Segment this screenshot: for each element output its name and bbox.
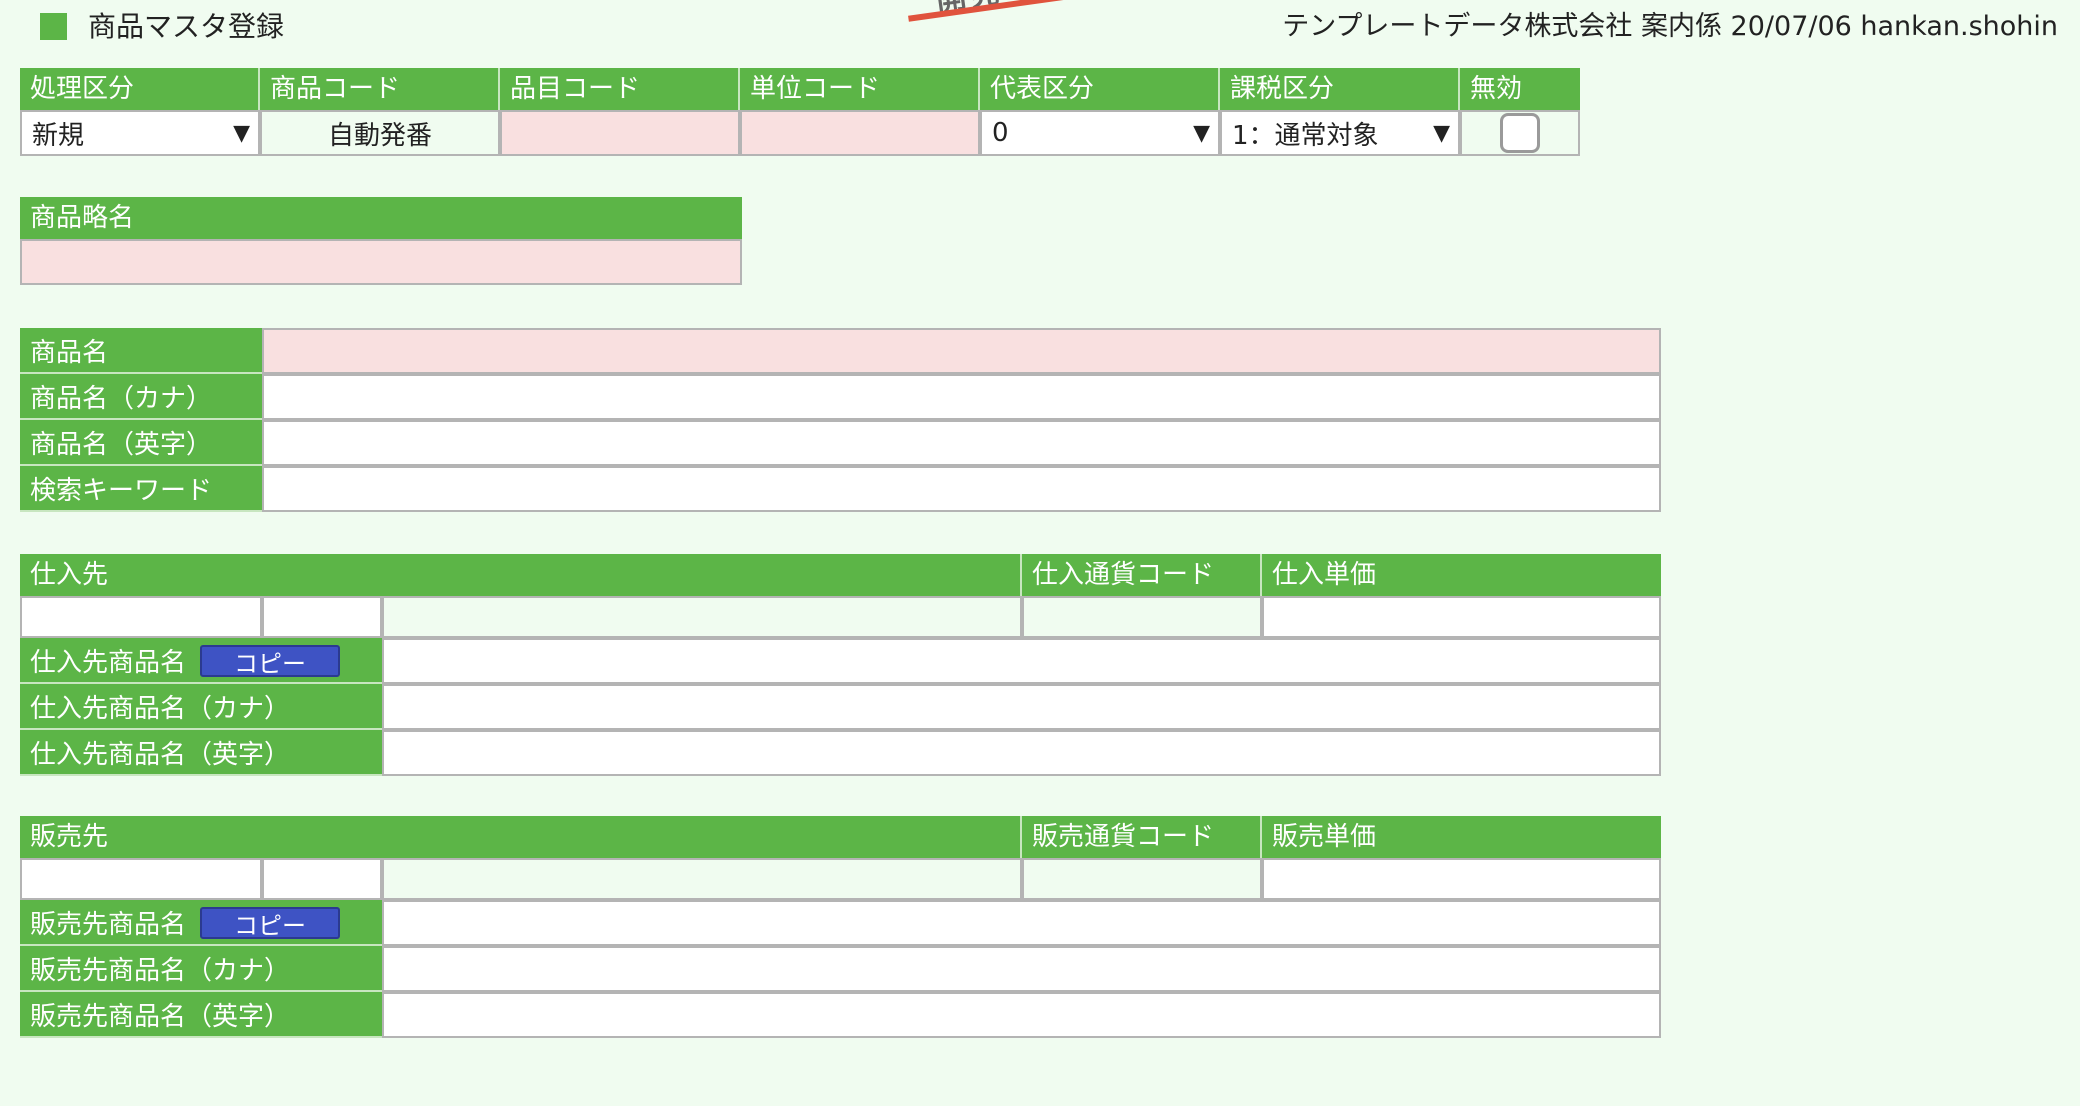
customer-price-input[interactable]	[1262, 858, 1661, 900]
rep-type-select[interactable]: 0 ▼	[980, 110, 1220, 156]
label-invalid: 無効	[1460, 68, 1580, 110]
customer-copy-button[interactable]: コピー	[200, 907, 340, 940]
label-item-code: 品目コード	[500, 68, 740, 110]
label-product-name: 商品名	[20, 328, 262, 374]
environment-stamp: 開発	[905, 0, 1095, 28]
page-title: 商品マスタ登録	[88, 10, 285, 43]
tax-type-select[interactable]: 1：通常対象 ▼	[1220, 110, 1460, 156]
label-search-keyword: 検索キーワード	[20, 466, 262, 512]
label-supplier-product-name-en: 仕入先商品名（英字）	[20, 730, 382, 776]
title-icon	[40, 13, 67, 40]
dropdown-arrow-icon: ▼	[1193, 120, 1210, 146]
supplier-product-name-input[interactable]	[382, 638, 1661, 684]
supplier-code-input[interactable]	[20, 596, 262, 638]
customer-product-name-input[interactable]	[382, 900, 1661, 946]
rep-type-value: 0	[992, 118, 1009, 148]
product-code-auto: 自動発番	[260, 110, 500, 156]
supplier-branch-input[interactable]	[262, 596, 382, 638]
label-process-type: 処理区分	[20, 68, 260, 110]
supplier-currency-input[interactable]	[1022, 596, 1262, 638]
customer-product-name-en-input[interactable]	[382, 992, 1661, 1038]
product-name-kana-input[interactable]	[262, 374, 1661, 420]
customer-code-input[interactable]	[20, 858, 262, 900]
unit-code-input[interactable]	[740, 110, 980, 156]
process-type-value: 新規	[32, 120, 85, 151]
supplier-product-name-en-input[interactable]	[382, 730, 1661, 776]
label-customer-product-name-kana: 販売先商品名（カナ）	[20, 946, 382, 992]
dropdown-arrow-icon: ▼	[1433, 120, 1450, 146]
customer-currency-input[interactable]	[1022, 858, 1262, 900]
label-unit-code: 単位コード	[740, 68, 980, 110]
customer-name-display	[382, 858, 1022, 900]
label-customer-currency: 販売通貨コード	[1022, 816, 1262, 858]
label-supplier-price: 仕入単価	[1262, 554, 1661, 596]
product-name-en-input[interactable]	[262, 420, 1661, 466]
user-info: テンプレートデータ株式会社 案内係 20/07/06 hankan.shohin	[1282, 11, 2058, 42]
invalid-cell	[1460, 110, 1580, 156]
label-customer-price: 販売単価	[1262, 816, 1661, 858]
short-name-input[interactable]	[20, 239, 742, 285]
dropdown-arrow-icon: ▼	[233, 120, 250, 146]
product-code-value: 自動発番	[327, 120, 432, 151]
label-customer-product-name-en: 販売先商品名（英字）	[20, 992, 382, 1038]
label-supplier-currency: 仕入通貨コード	[1022, 554, 1262, 596]
label-product-code: 商品コード	[260, 68, 500, 110]
product-name-input[interactable]	[262, 328, 1661, 374]
customer-branch-input[interactable]	[262, 858, 382, 900]
process-type-select[interactable]: 新規 ▼	[20, 110, 260, 156]
item-code-input[interactable]	[500, 110, 740, 156]
supplier-name-display	[382, 596, 1022, 638]
invalid-checkbox[interactable]	[1500, 113, 1540, 153]
tax-type-value: 1：通常対象	[1232, 120, 1379, 151]
label-customer: 販売先	[20, 816, 1022, 858]
label-supplier-product-name-kana: 仕入先商品名（カナ）	[20, 684, 382, 730]
label-supplier: 仕入先	[20, 554, 1022, 596]
label-rep-type: 代表区分	[980, 68, 1220, 110]
customer-product-name-kana-input[interactable]	[382, 946, 1661, 992]
supplier-copy-button[interactable]: コピー	[200, 645, 340, 678]
supplier-product-name-kana-input[interactable]	[382, 684, 1661, 730]
supplier-price-input[interactable]	[1262, 596, 1661, 638]
label-tax-type: 課税区分	[1220, 68, 1460, 110]
label-product-name-kana: 商品名（カナ）	[20, 374, 262, 420]
label-short-name: 商品略名	[20, 197, 742, 239]
search-keyword-input[interactable]	[262, 466, 1661, 512]
label-product-name-en: 商品名（英字）	[20, 420, 262, 466]
